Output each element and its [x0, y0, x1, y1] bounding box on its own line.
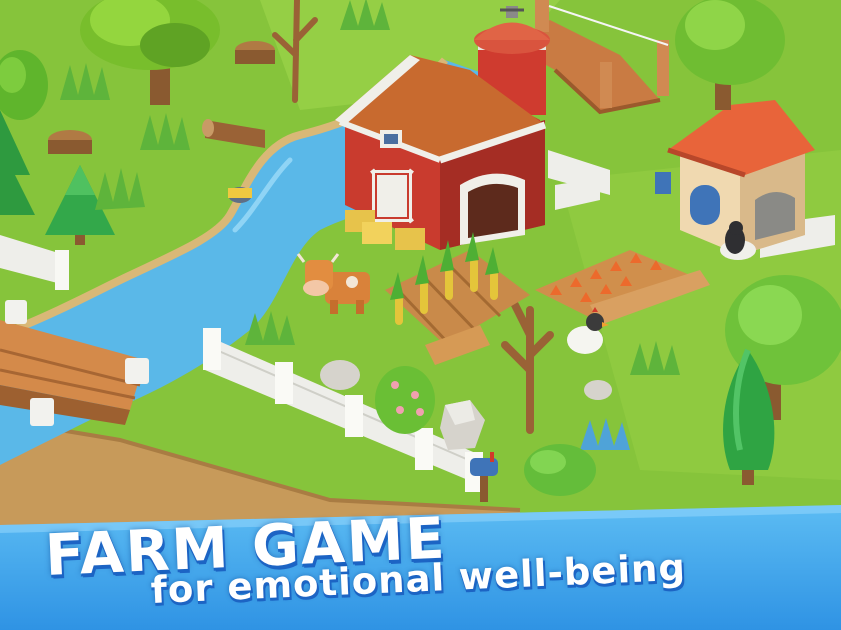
- water-bucket: [228, 187, 252, 203]
- round-bush: [524, 444, 596, 496]
- berry-bush: [375, 366, 435, 434]
